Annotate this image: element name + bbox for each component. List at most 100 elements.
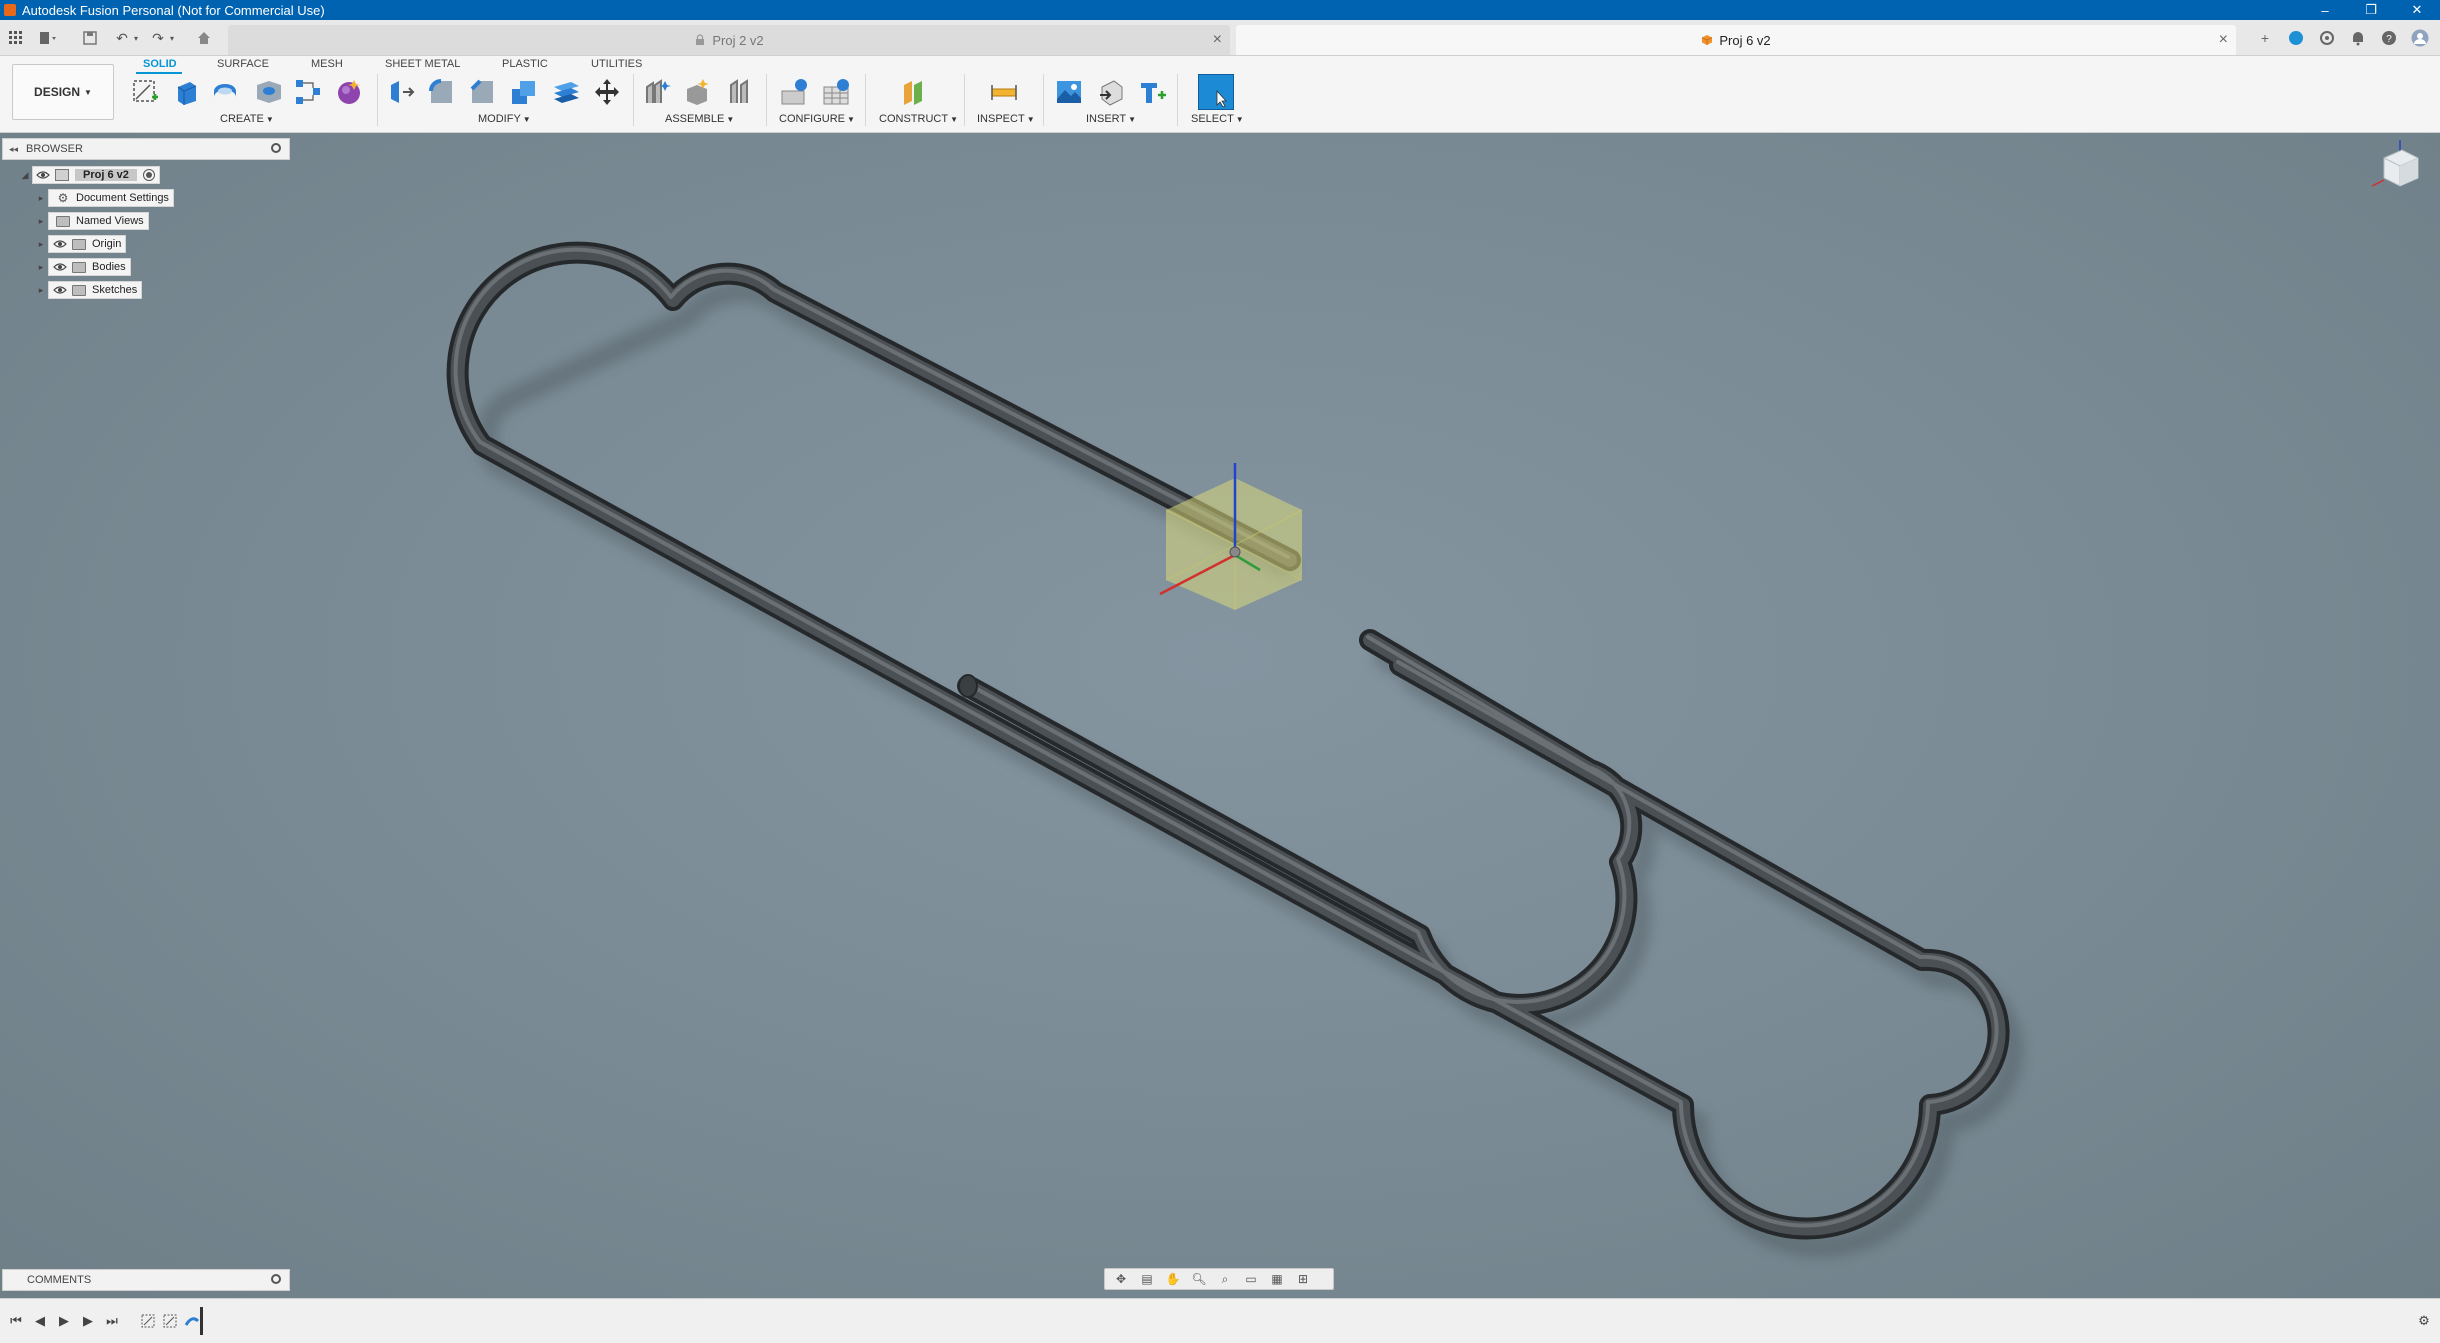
grid-settings-icon[interactable]: ▦	[1267, 1270, 1287, 1288]
paperclip-model[interactable]	[0, 133, 2440, 1298]
tab-solid[interactable]: SOLID	[143, 56, 177, 72]
joint-icon[interactable]	[682, 76, 714, 108]
configure-table-icon[interactable]	[778, 76, 810, 108]
pin-icon[interactable]	[271, 143, 281, 153]
create-menu[interactable]: CREATE ▼	[220, 113, 274, 125]
close-window-button[interactable]: ✕	[2394, 0, 2440, 20]
move-icon[interactable]	[591, 76, 623, 108]
visibility-eye-icon[interactable]	[35, 167, 51, 183]
sketch-feature-icon[interactable]	[160, 1311, 180, 1331]
chamfer-icon[interactable]	[466, 76, 498, 108]
file-menu-icon[interactable]	[38, 28, 58, 48]
tab-sheet-metal[interactable]: SHEET METAL	[385, 56, 460, 72]
undo-dropdown-icon[interactable]: ▾	[126, 28, 146, 48]
save-icon[interactable]	[80, 28, 100, 48]
display-settings-icon[interactable]: ▭	[1241, 1270, 1261, 1288]
measure-icon[interactable]	[988, 76, 1020, 108]
assemble-menu[interactable]: ASSEMBLE ▼	[665, 113, 734, 125]
construct-menu[interactable]: CONSTRUCT ▼	[879, 113, 958, 125]
insert-canvas-icon[interactable]	[1053, 76, 1085, 108]
insert-mesh-icon[interactable]	[1095, 76, 1127, 108]
look-at-icon[interactable]: ▤	[1137, 1270, 1157, 1288]
go-to-end-icon[interactable]: ⏭	[102, 1311, 122, 1331]
notifications-icon[interactable]	[2348, 28, 2368, 48]
tab-utilities[interactable]: UTILITIES	[591, 56, 642, 72]
extensions-icon[interactable]	[2286, 28, 2306, 48]
timeline-settings-gear-icon[interactable]: ⚙	[2414, 1311, 2434, 1331]
fit-icon[interactable]: ⌕	[1215, 1270, 1235, 1288]
create-sketch-icon[interactable]	[129, 76, 161, 108]
combine-icon[interactable]	[508, 76, 540, 108]
play-icon[interactable]: ▶	[54, 1311, 74, 1331]
redo-dropdown-icon[interactable]: ▾	[162, 28, 182, 48]
new-tab-icon[interactable]: +	[2255, 28, 2275, 48]
job-status-icon[interactable]	[2317, 28, 2337, 48]
timeline-marker[interactable]	[200, 1307, 203, 1335]
tab-surface[interactable]: SURFACE	[217, 56, 269, 72]
step-forward-icon[interactable]: ▶	[78, 1311, 98, 1331]
expand-triangle-icon[interactable]: ▸	[34, 262, 48, 273]
shell-icon[interactable]	[550, 76, 582, 108]
close-tab-icon[interactable]: ×	[2219, 31, 2228, 49]
expand-triangle-icon[interactable]: ▸	[34, 285, 48, 296]
modify-menu[interactable]: MODIFY ▼	[478, 113, 531, 125]
browser-root-node[interactable]: ◢ Proj 6 v2	[18, 166, 160, 184]
pin-icon[interactable]	[271, 1274, 281, 1284]
as-built-joint-icon[interactable]	[724, 76, 756, 108]
pattern-icon[interactable]	[292, 76, 324, 108]
restore-button[interactable]: ❐	[2348, 0, 2394, 20]
zoom-icon[interactable]: 🔍︎	[1189, 1270, 1209, 1288]
help-icon[interactable]: ?	[2379, 28, 2399, 48]
collapse-triangle-icon[interactable]: ◢	[18, 170, 32, 181]
close-tab-icon[interactable]: ×	[1213, 31, 1222, 49]
offset-plane-icon[interactable]	[898, 76, 930, 108]
tab-proj-2[interactable]: Proj 2 v2 ×	[228, 25, 1230, 55]
tab-proj-6[interactable]: Proj 6 v2 ×	[1236, 25, 2236, 55]
user-avatar[interactable]	[2410, 28, 2430, 48]
browser-item-bodies[interactable]: ▸ Bodies	[34, 258, 131, 276]
form-icon[interactable]	[333, 76, 365, 108]
configure-menu[interactable]: CONFIGURE ▼	[779, 113, 855, 125]
comments-panel-header[interactable]: COMMENTS	[2, 1269, 290, 1291]
tab-mesh[interactable]: MESH	[311, 56, 343, 72]
new-component-icon[interactable]	[642, 76, 674, 108]
step-back-icon[interactable]: ◀	[30, 1311, 50, 1331]
browser-item-named-views[interactable]: ▸ Named Views	[34, 212, 149, 230]
extrude-icon[interactable]	[169, 76, 201, 108]
fillet-icon[interactable]	[425, 76, 457, 108]
workspace-switcher-button[interactable]: DESIGN ▼	[12, 64, 114, 120]
sketch-feature-icon[interactable]	[138, 1311, 158, 1331]
collapse-panel-icon[interactable]: ◂◂	[9, 144, 18, 155]
home-icon[interactable]	[194, 28, 214, 48]
expand-triangle-icon[interactable]: ▸	[34, 193, 48, 204]
select-icon[interactable]	[1198, 74, 1234, 110]
press-pull-icon[interactable]	[384, 76, 416, 108]
minimize-button[interactable]: –	[2302, 0, 2348, 20]
go-to-start-icon[interactable]: ⏮	[6, 1311, 26, 1331]
pan-icon[interactable]: ✋	[1163, 1270, 1183, 1288]
visibility-eye-icon[interactable]	[52, 282, 68, 298]
browser-item-sketches[interactable]: ▸ Sketches	[34, 281, 143, 299]
expand-triangle-icon[interactable]: ▸	[34, 216, 48, 227]
sweep-feature-icon[interactable]	[182, 1311, 202, 1331]
browser-item-document-settings[interactable]: ▸ ⚙ Document Settings	[34, 189, 174, 207]
inspect-menu[interactable]: INSPECT ▼	[977, 113, 1035, 125]
browser-panel-header[interactable]: ◂◂ BROWSER	[2, 138, 290, 160]
revolve-icon[interactable]	[209, 76, 241, 108]
expand-triangle-icon[interactable]: ▸	[34, 239, 48, 250]
app-grid-icon[interactable]	[6, 28, 26, 48]
hole-icon[interactable]	[252, 76, 284, 108]
viewports-icon[interactable]: ⊞	[1293, 1270, 1313, 1288]
chevron-down-icon: ▼	[84, 87, 92, 97]
visibility-eye-icon[interactable]	[52, 259, 68, 275]
insert-menu[interactable]: INSERT ▼	[1086, 113, 1136, 125]
browser-item-origin[interactable]: ▸ Origin	[34, 235, 127, 253]
configuration-rules-icon[interactable]	[820, 76, 852, 108]
insert-mcmaster-icon[interactable]	[1136, 76, 1168, 108]
select-menu[interactable]: SELECT ▼	[1191, 113, 1244, 125]
activate-radio-icon[interactable]	[142, 169, 155, 181]
tab-plastic[interactable]: PLASTIC	[502, 56, 548, 72]
visibility-eye-icon[interactable]	[52, 236, 68, 252]
view-cube[interactable]	[2370, 140, 2430, 200]
orbit-icon[interactable]: ✥	[1111, 1270, 1131, 1288]
